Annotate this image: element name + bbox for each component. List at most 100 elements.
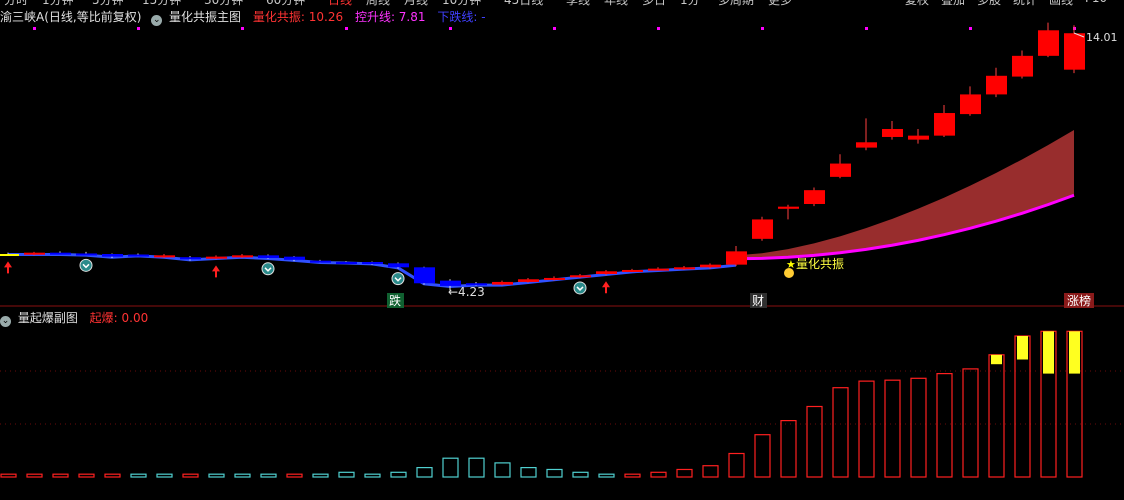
volume-bar [78, 473, 95, 478]
volume-bar [806, 405, 823, 478]
candle-body [362, 261, 383, 264]
fall-tag: 跌 [389, 293, 401, 308]
ignite-highlight [991, 354, 1002, 365]
volume-bar [676, 468, 693, 478]
volume-bar [312, 473, 329, 478]
candle-body [960, 94, 981, 115]
volume-bar [130, 473, 147, 478]
volume-bar [390, 471, 407, 478]
candle-body [1038, 30, 1059, 56]
candle-body [830, 163, 851, 177]
candle-body [492, 281, 513, 285]
volume-bar [962, 368, 979, 478]
volume-bar [598, 473, 615, 478]
ignite-highlight [1017, 336, 1028, 360]
ignite-highlight [1069, 331, 1080, 374]
volume-bar [364, 473, 381, 478]
top-marker-dot [449, 27, 452, 30]
volume-bar [416, 467, 433, 478]
top-marker-dot [969, 27, 972, 30]
chart-area[interactable]: 14.01 ←4.23 ★ 量化共振跌 财 涨榜 [0, 0, 1124, 500]
volume-bar [546, 468, 563, 478]
candle-body [648, 268, 669, 271]
candle-body [674, 267, 695, 270]
candle-body [128, 254, 149, 257]
candle-body [804, 190, 825, 205]
candle-body [50, 252, 71, 255]
volume-bar [910, 377, 927, 478]
volume-bar [624, 473, 641, 478]
volume-bar [780, 420, 797, 478]
candle-body [232, 255, 253, 258]
candle-body [856, 142, 877, 148]
buy-arrow-icon [212, 265, 220, 278]
volume-bar [442, 457, 459, 478]
volume-bar [520, 467, 537, 478]
volume-bar [104, 473, 121, 478]
sub-chart [0, 330, 1124, 478]
high-price-label: 14.01 [1086, 31, 1118, 44]
candle-body [206, 256, 227, 259]
volume-bar [754, 434, 771, 478]
volume-bar [728, 452, 745, 478]
volume-bar [338, 471, 355, 478]
volume-bar [468, 457, 485, 478]
candle-body [24, 252, 45, 255]
volume-bar [494, 462, 511, 478]
candle-body [778, 206, 799, 209]
candle-body [700, 264, 721, 268]
volume-bar [832, 387, 849, 478]
candle-body [544, 277, 565, 280]
candle-body [284, 256, 305, 260]
chart-annotations: 14.01 ←4.23 ★ 量化共振跌 财 涨榜 [4, 31, 1118, 308]
volume-bar [182, 473, 199, 478]
sell-badge-icon [79, 258, 93, 272]
main-chart [0, 22, 1124, 307]
low-price-label: ←4.23 [448, 285, 485, 299]
candle-body [102, 254, 123, 257]
candle-body [388, 263, 409, 268]
top-marker-dot [761, 27, 764, 30]
candle-body [908, 135, 929, 140]
candle-body [0, 254, 19, 257]
candle-body [934, 113, 955, 136]
sell-badge-icon [573, 281, 587, 295]
candle-body [726, 251, 747, 265]
candle-body [752, 219, 773, 239]
top-marker-dot [33, 27, 36, 30]
volume-bar [260, 473, 277, 478]
top-marker-dot [241, 27, 244, 30]
limit-tag: 涨榜 [1067, 293, 1091, 308]
volume-bar [702, 465, 719, 478]
top-marker-dot [553, 27, 556, 30]
volume-bar [936, 373, 953, 478]
candle-body [414, 267, 435, 284]
volume-bar [208, 473, 225, 478]
volume-bar [572, 471, 589, 478]
volume-bar [0, 473, 17, 478]
volume-bar [52, 473, 69, 478]
volume-bar [858, 380, 875, 478]
top-marker-dot [657, 27, 660, 30]
buy-arrow-icon [4, 261, 12, 274]
candle-body [310, 260, 331, 263]
volume-bar [156, 473, 173, 478]
volume-bar [884, 379, 901, 478]
resonance-band [736, 130, 1074, 259]
buy-arrow-icon [602, 281, 610, 294]
candle-body [258, 255, 279, 258]
top-marker-dot [137, 27, 140, 30]
cai-tag: 财 [752, 294, 764, 308]
sell-badge-icon [261, 262, 275, 276]
volume-bar [286, 473, 303, 478]
candle-body [570, 275, 591, 278]
candle-body [518, 279, 539, 282]
volume-bar [988, 354, 1005, 478]
signal-label: 量化共振 [796, 257, 844, 271]
candle-body [986, 75, 1007, 95]
candle-body [1064, 33, 1085, 70]
top-marker-dot [345, 27, 348, 30]
candle-body [882, 128, 903, 137]
volume-bar [650, 471, 667, 478]
sell-badge-icon [391, 272, 405, 286]
